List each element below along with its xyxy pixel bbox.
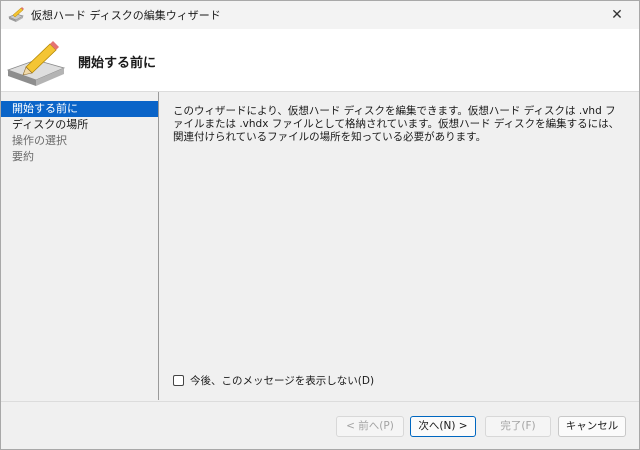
page-title: 開始する前に: [78, 56, 157, 71]
next-button[interactable]: 次へ(N) >: [410, 416, 476, 437]
disk-pencil-icon: [8, 7, 24, 22]
nav-item-disk-location[interactable]: ディスクの場所: [1, 117, 158, 133]
button-bar: < 前へ(P) 次へ(N) > 完了(F) キャンセル: [1, 401, 639, 449]
close-icon: ✕: [611, 7, 623, 23]
dont-show-option[interactable]: 今後、このメッセージを表示しない(D): [173, 373, 374, 388]
wizard-window: 仮想ハード ディスクの編集ウィザード ✕ 開始する前に 開始する前に ディスクの…: [0, 0, 640, 450]
window-title: 仮想ハード ディスクの編集ウィザード: [31, 9, 221, 22]
disk-pencil-icon: [6, 41, 66, 86]
previous-button: < 前へ(P): [336, 416, 404, 437]
description-text: このウィザードにより、仮想ハード ディスクを編集できます。仮想ハード ディスクは…: [173, 105, 620, 143]
dont-show-label[interactable]: 今後、このメッセージを表示しない(D): [190, 373, 374, 388]
nav-item-choose-action: 操作の選択: [12, 134, 67, 147]
wizard-steps-nav: 開始する前に ディスクの場所 操作の選択 要約: [1, 92, 159, 400]
close-button[interactable]: ✕: [595, 1, 639, 29]
nav-item-before-you-begin[interactable]: 開始する前に: [1, 101, 158, 117]
dont-show-checkbox[interactable]: [173, 375, 184, 386]
wizard-header: 開始する前に: [1, 29, 639, 92]
title-bar: 仮想ハード ディスクの編集ウィザード ✕: [1, 1, 639, 29]
cancel-button[interactable]: キャンセル: [558, 416, 626, 437]
nav-item-summary: 要約: [12, 150, 34, 163]
finish-button: 完了(F): [485, 416, 551, 437]
